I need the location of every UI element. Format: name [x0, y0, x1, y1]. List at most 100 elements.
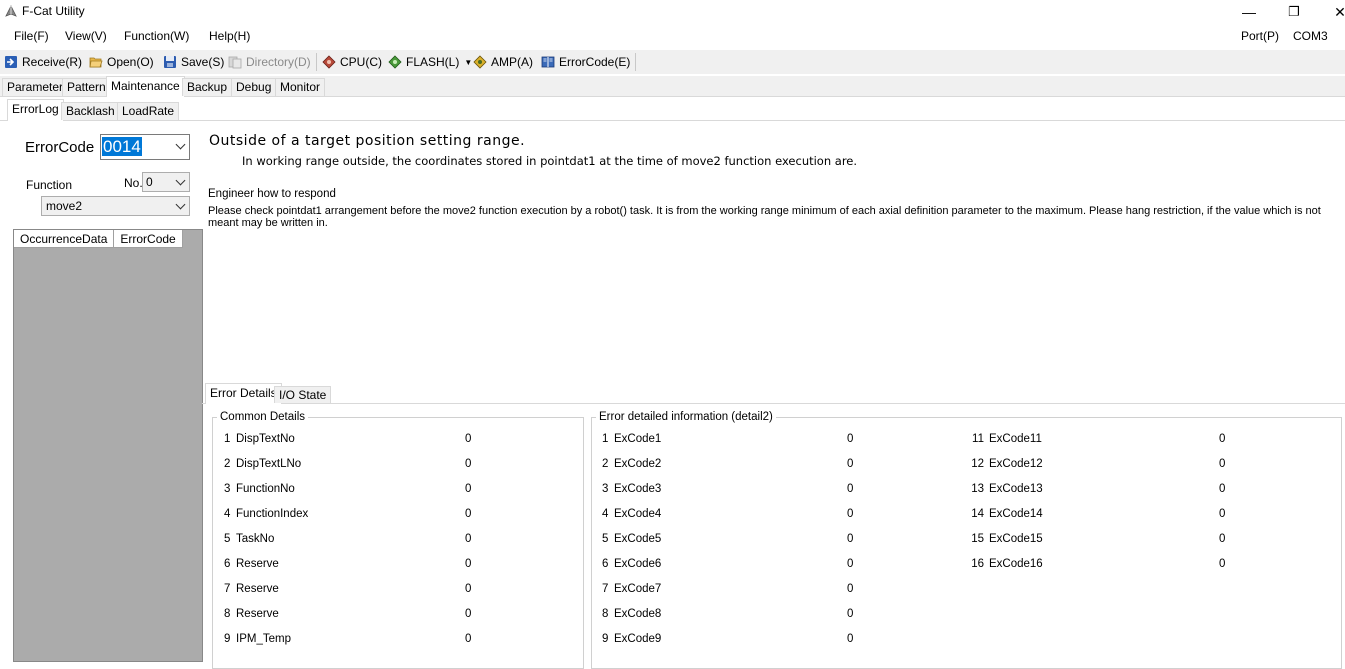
detail-row-number: 6	[602, 558, 609, 570]
detail-row-name: ExCode2	[614, 458, 662, 470]
detail-row-number: 1	[602, 433, 609, 445]
cpu-button[interactable]: CPU(C)	[322, 54, 382, 70]
detail-row-value: 0	[465, 458, 472, 470]
tab-maintenance[interactable]: Maintenance	[106, 76, 185, 97]
detail-row-name: ExCode11	[989, 433, 1042, 445]
open-label: Open(O)	[107, 55, 154, 69]
detail-row-value: 0	[847, 433, 854, 445]
tab-backlash[interactable]: Backlash	[61, 102, 120, 120]
tab-error-details[interactable]: Error Details	[205, 383, 282, 404]
detail-row-value: 0	[465, 608, 472, 620]
directory-label: Directory(D)	[246, 55, 311, 69]
detail-row-value: 0	[1219, 458, 1226, 470]
grid-header: OccurrenceData ErrorCode	[14, 230, 183, 248]
flash-button[interactable]: FLASH(L) ▼	[388, 54, 472, 70]
detail-row-value: 0	[1219, 433, 1226, 445]
no-label: No.	[124, 176, 143, 190]
folder-open-icon	[89, 57, 103, 68]
open-button[interactable]: Open(O)	[89, 54, 154, 70]
menu-view[interactable]: View(V)	[65, 29, 107, 43]
detail-row-name: ExCode4	[614, 508, 662, 520]
detail-row-value: 0	[1219, 533, 1226, 545]
detail-row-name: ExCode13	[989, 483, 1043, 495]
toolbar-separator	[316, 53, 317, 71]
flash-label: FLASH(L)	[406, 55, 460, 69]
tab-backup[interactable]: Backup	[182, 78, 233, 96]
common-details-title: Common Details	[217, 411, 308, 423]
detail-row-value: 0	[847, 458, 854, 470]
window-title: F-Cat Utility	[22, 4, 85, 18]
errorcode-button[interactable]: ErrorCode(E)	[541, 54, 630, 70]
menu-bar	[0, 24, 1345, 48]
detail-row-number: 3	[224, 483, 231, 495]
tab-pattern[interactable]: Pattern	[62, 78, 111, 96]
detail-row-name: Reserve	[236, 558, 279, 570]
receive-button[interactable]: Receive(R)	[4, 54, 82, 70]
detail-row-number: 9	[224, 633, 231, 645]
sub-tab-strip	[0, 98, 1345, 121]
engineer-text: Please check pointdat1 arrangement befor…	[208, 205, 1321, 229]
save-button[interactable]: Save(S)	[163, 54, 224, 70]
detail-row-name: DispTextLNo	[236, 458, 302, 470]
amp-icon	[473, 55, 487, 69]
detail-row-number: 8	[224, 608, 231, 620]
tab-errorlog[interactable]: ErrorLog	[7, 99, 64, 121]
menu-port[interactable]: Port(P)	[1241, 29, 1279, 43]
detail-row-number: 15	[971, 533, 984, 545]
minimize-button[interactable]: —	[1226, 0, 1272, 24]
detail-row-name: TaskNo	[236, 533, 275, 545]
amp-button[interactable]: AMP(A)	[473, 54, 533, 70]
detail-row-name: ExCode7	[614, 583, 662, 595]
close-button[interactable]: ✕	[1317, 0, 1345, 24]
detail-row-name: Reserve	[236, 583, 279, 595]
cpu-icon	[322, 55, 336, 69]
detail-row-name: ExCode14	[989, 508, 1043, 520]
errorcode-label: ErrorCode	[25, 139, 95, 156]
toolbar-separator	[635, 53, 636, 71]
detail-row-value: 0	[465, 583, 472, 595]
menu-help[interactable]: Help(H)	[209, 29, 250, 43]
chevron-down-icon	[175, 175, 186, 186]
tab-io-state[interactable]: I/O State	[274, 386, 332, 403]
detail-row-value: 0	[847, 508, 854, 520]
tab-parameter[interactable]: Parameter	[2, 78, 69, 96]
detail-row-name: ExCode16	[989, 558, 1043, 570]
menu-file[interactable]: File(F)	[14, 29, 49, 43]
restore-button[interactable]: ❐	[1271, 0, 1317, 24]
error-title: Outside of a target position setting ran…	[209, 133, 526, 149]
errorcode-value: 0014	[102, 137, 142, 156]
column-header-errorcode[interactable]: ErrorCode	[114, 230, 183, 248]
directory-button[interactable]: Directory(D)	[228, 54, 311, 70]
detail-row-number: 5	[602, 533, 609, 545]
detail-row-value: 0	[847, 608, 854, 620]
detail-row-number: 1	[224, 433, 231, 445]
column-header-occurrencedata[interactable]: OccurrenceData	[14, 230, 115, 248]
chevron-down-icon	[175, 139, 186, 150]
tab-debug[interactable]: Debug	[231, 78, 277, 96]
detail-row-number: 11	[972, 433, 984, 445]
tab-monitor[interactable]: Monitor	[275, 78, 326, 96]
receive-icon	[5, 56, 17, 68]
menu-function[interactable]: Function(W)	[124, 29, 189, 43]
flash-dropdown-arrow-icon[interactable]: ▼	[464, 58, 472, 67]
tab-loadrate[interactable]: LoadRate	[117, 102, 180, 120]
detail-row-value: 0	[1219, 508, 1226, 520]
detail-row-value: 0	[1219, 558, 1226, 570]
detail-row-number: 8	[602, 608, 609, 620]
occurrence-grid[interactable]	[13, 229, 203, 662]
no-combo[interactable]: 0	[142, 172, 190, 192]
detail-row-name: ExCode15	[989, 533, 1043, 545]
detail-row-value: 0	[847, 558, 854, 570]
detail-row-value: 0	[847, 483, 854, 495]
detail-row-number: 2	[224, 458, 231, 470]
detail-row-number: 4	[224, 508, 231, 520]
detail-row-value: 0	[847, 583, 854, 595]
menu-com3[interactable]: COM3	[1293, 29, 1328, 43]
errorcode-combo[interactable]: 0014	[100, 134, 190, 160]
detail-row-value: 0	[1219, 483, 1226, 495]
detail-row-number: 5	[224, 533, 231, 545]
detail-row-name: Reserve	[236, 608, 279, 620]
engineer-label: Engineer how to respond	[208, 188, 336, 200]
detail-row-number: 14	[971, 508, 984, 520]
function-combo[interactable]: move2	[41, 196, 190, 216]
